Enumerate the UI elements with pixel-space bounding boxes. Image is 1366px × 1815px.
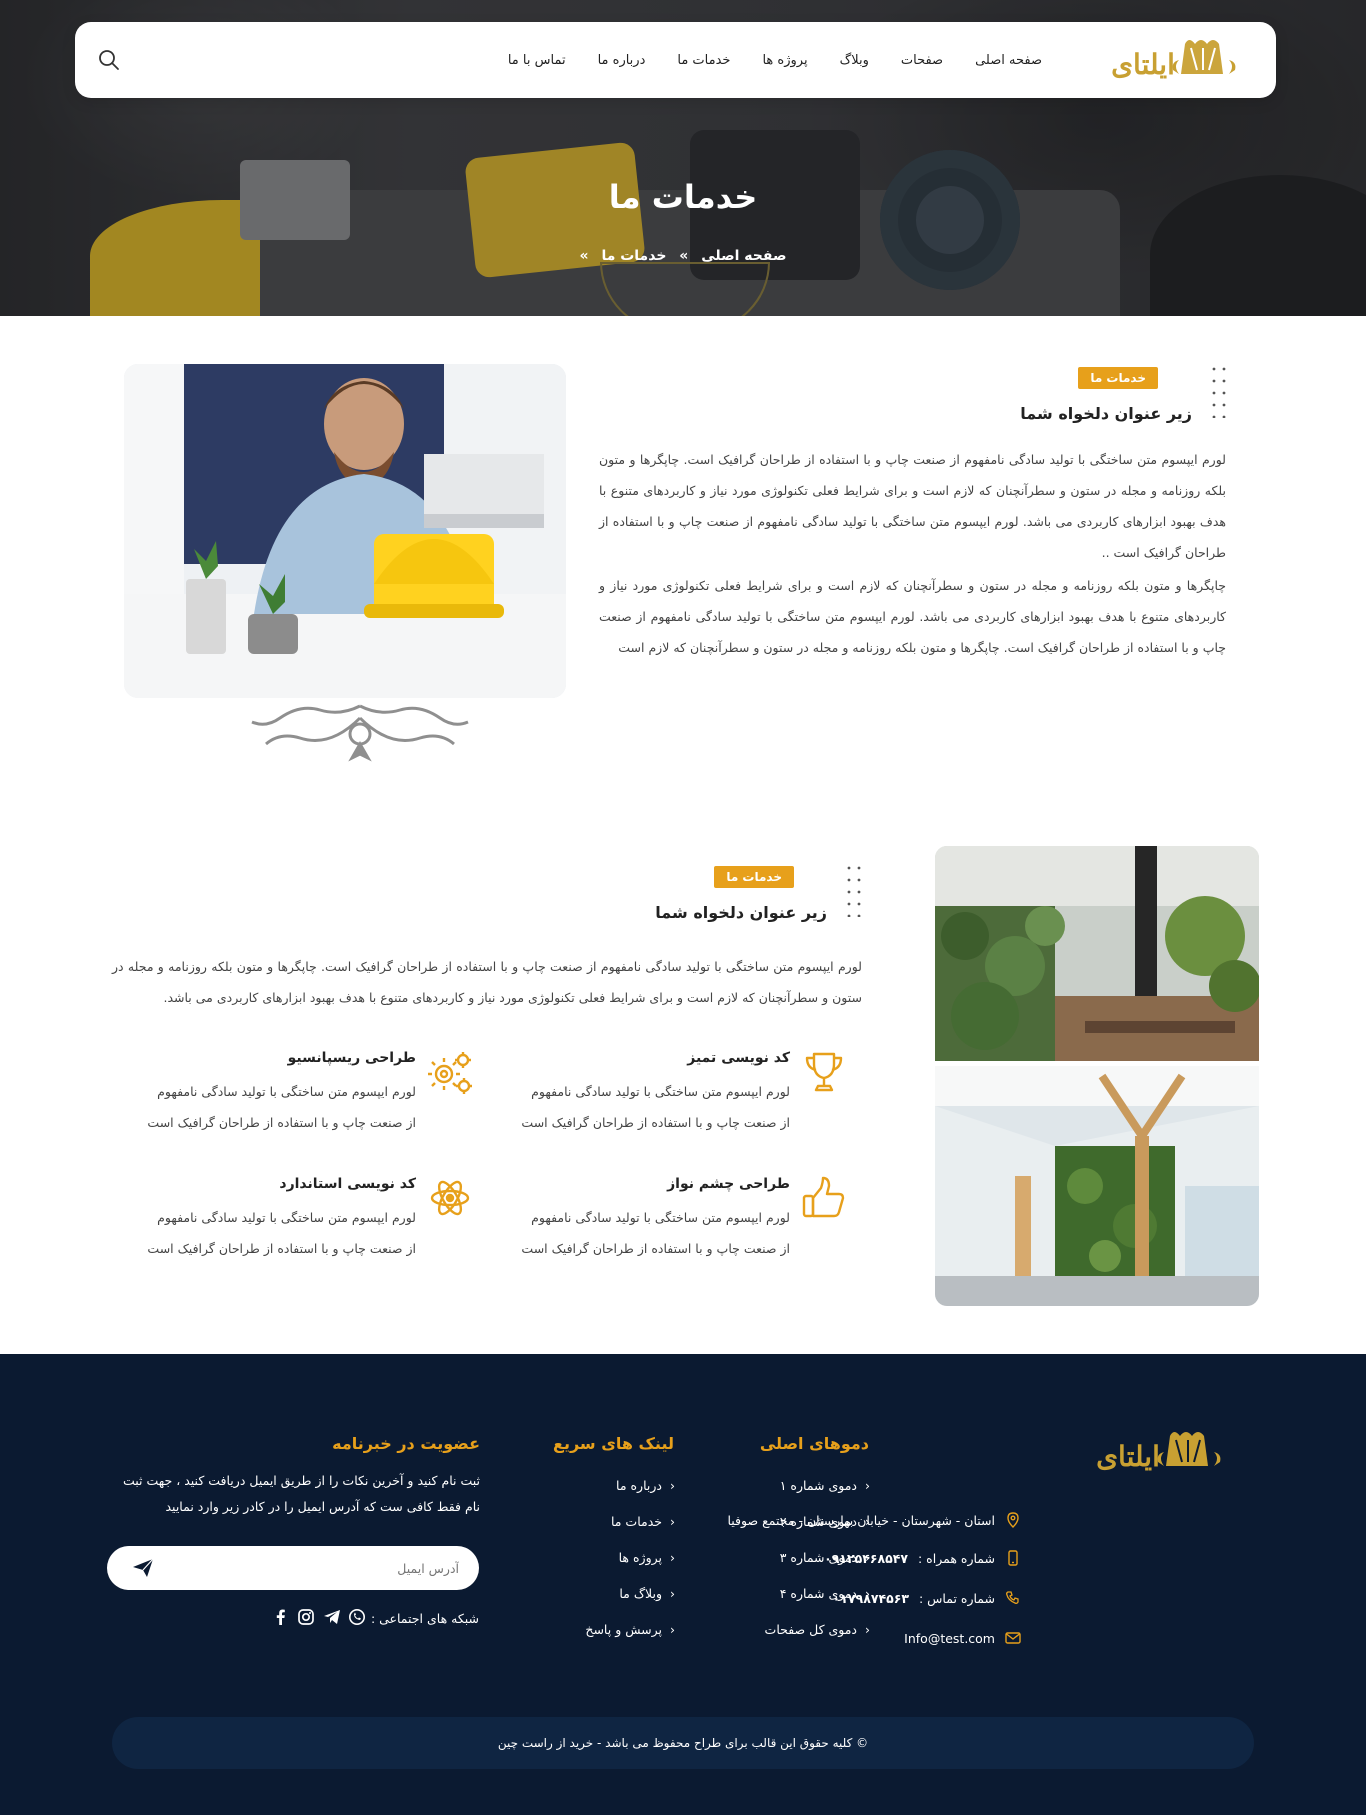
footer-logo[interactable]: ایلتای (1092, 1426, 1226, 1478)
trophy-icon (805, 1052, 843, 1092)
breadcrumb: صفحه اصلی » خدمات ما » (0, 248, 1366, 264)
feature-title: کد نویسی تمیز (687, 1050, 790, 1066)
breadcrumb-separator: » (679, 248, 689, 264)
newsletter-text: ثبت نام کنید و آخرین نکات را از طریق ایم… (122, 1473, 480, 1514)
thumbs-up-icon (802, 1176, 845, 1218)
dots-decoration (847, 866, 861, 917)
section-paragraph: چاپگرها و متون بلکه روزنامه و مجله در ست… (599, 578, 1226, 655)
nav-item-contact[interactable]: تماس با ما (492, 53, 582, 68)
nav-item-about[interactable]: درباره ما (582, 53, 662, 68)
copyright-bar: © کلیه حقوق این قالب برای طراح محفوظ می … (112, 1717, 1254, 1769)
feature-standard-code: کد نویسی استاندارد لورم ایپسوم متن ساختگ… (144, 1174, 474, 1264)
newsletter-email-input[interactable] (107, 1546, 479, 1590)
envelope-icon (1005, 1632, 1021, 1644)
nav-item-projects[interactable]: پروژه ها (746, 53, 823, 68)
nav-item-blog[interactable]: وبلاگ (824, 53, 885, 68)
email-text[interactable]: Info@test.com (904, 1631, 995, 1646)
section-tag: خدمات ما (1078, 367, 1158, 389)
quick-link[interactable]: پرسش و پاسخ (585, 1620, 675, 1656)
breadcrumb-home[interactable]: صفحه اصلی (701, 248, 786, 264)
phone-label: شماره تماس : (918, 1590, 995, 1606)
location-pin-icon (1007, 1512, 1019, 1528)
telegram-icon[interactable] (323, 1608, 341, 1626)
demo-link[interactable]: دموی شماره ۳ (765, 1548, 870, 1584)
send-icon[interactable] (132, 1558, 154, 1578)
feature-eye-catching-design: طراحی چشم نواز لورم ایپسوم متن ساختگی با… (518, 1174, 848, 1264)
feature-description: لورم ایپسوم متن ساختگی با تولید سادگی نا… (147, 1210, 416, 1256)
newsletter-title: عضویت در خبرنامه (332, 1434, 480, 1453)
nav-item-pages[interactable]: صفحات (885, 53, 959, 68)
facebook-icon[interactable] (272, 1608, 290, 1626)
hero-banner: ایلتای صفحه اصلی صفحات وبلاگ پروژه ها خد… (0, 0, 1366, 316)
section-subtitle: زیر عنوان دلخواه شما (655, 903, 827, 922)
feature-title: طراحی چشم نواز (667, 1176, 790, 1192)
demos-list: دموی شماره ۱ دموی شماره ۲ دموی شماره ۳ د… (765, 1476, 870, 1656)
feature-title: طراحی ریسپانسیو (287, 1050, 416, 1066)
quick-links-title: لینک های سریع (553, 1434, 674, 1453)
demo-link[interactable]: دموی شماره ۱ (765, 1476, 870, 1512)
green-wall-image (935, 846, 1259, 1061)
footer-logo-text: ایلتای (1096, 1440, 1160, 1473)
feature-title: کد نویسی استاندارد (279, 1176, 416, 1192)
gears-icon (428, 1052, 472, 1094)
atrium-image (935, 1066, 1259, 1306)
section-paragraph: لورم ایپسوم متن ساختگی با تولید سادگی نا… (112, 959, 862, 1005)
architect-image (124, 364, 566, 698)
quick-links-list: درباره ما خدمات ما پروژه ها وبلاگ ما پرس… (585, 1476, 675, 1656)
nav-item-home[interactable]: صفحه اصلی (959, 53, 1058, 68)
search-icon[interactable] (97, 48, 121, 72)
demos-title: دموهای اصلی (759, 1434, 869, 1453)
mobile-label: شماره همراه : (918, 1550, 995, 1566)
quick-link[interactable]: پروژه ها (585, 1548, 675, 1584)
section-tag: خدمات ما (714, 866, 794, 888)
section-subtitle: زیر عنوان دلخواه شما (1020, 404, 1192, 423)
phone-icon (1006, 1591, 1019, 1604)
demo-link[interactable]: دموی شماره ۲ (765, 1512, 870, 1548)
dots-decoration (1212, 367, 1226, 418)
mobile-phone-icon (1008, 1550, 1018, 1566)
feature-responsive-design: طراحی ریسپانسیو لورم ایپسوم متن ساختگی ب… (144, 1048, 474, 1138)
feature-clean-code: کد نویسی تمیز لورم ایپسوم متن ساختگی با … (518, 1048, 848, 1138)
demo-link[interactable]: دموی کل صفحات (765, 1620, 870, 1656)
section-paragraph: لورم ایپسوم متن ساختگی با تولید سادگی نا… (599, 452, 1226, 560)
logo-text: ایلتای (1111, 48, 1175, 81)
instagram-icon[interactable] (297, 1608, 315, 1626)
quick-link[interactable]: خدمات ما (585, 1512, 675, 1548)
logo[interactable]: ایلتای (1107, 34, 1241, 86)
nav-menu: صفحه اصلی صفحات وبلاگ پروژه ها خدمات ما … (492, 22, 1058, 98)
breadcrumb-separator: » (579, 248, 589, 264)
whatsapp-icon[interactable] (348, 1608, 366, 1626)
navbar: ایلتای صفحه اصلی صفحات وبلاگ پروژه ها خد… (75, 22, 1276, 98)
breadcrumb-current: خدمات ما (601, 248, 667, 264)
feature-description: لورم ایپسوم متن ساختگی با تولید سادگی نا… (521, 1084, 790, 1130)
atom-icon (430, 1180, 470, 1216)
demo-link[interactable]: دموی شماره ۴ (765, 1584, 870, 1620)
feature-description: لورم ایپسوم متن ساختگی با تولید سادگی نا… (521, 1210, 790, 1256)
ornament-divider (251, 704, 469, 762)
contact-email: Info@test.com (904, 1630, 1021, 1646)
feature-description: لورم ایپسوم متن ساختگی با تولید سادگی نا… (147, 1084, 416, 1130)
quick-link[interactable]: وبلاگ ما (585, 1584, 675, 1620)
nav-item-services[interactable]: خدمات ما (661, 53, 746, 68)
social-label: شبکه های اجتماعی : (370, 1611, 479, 1626)
quick-link[interactable]: درباره ما (585, 1476, 675, 1512)
page-title: خدمات ما (608, 178, 758, 216)
